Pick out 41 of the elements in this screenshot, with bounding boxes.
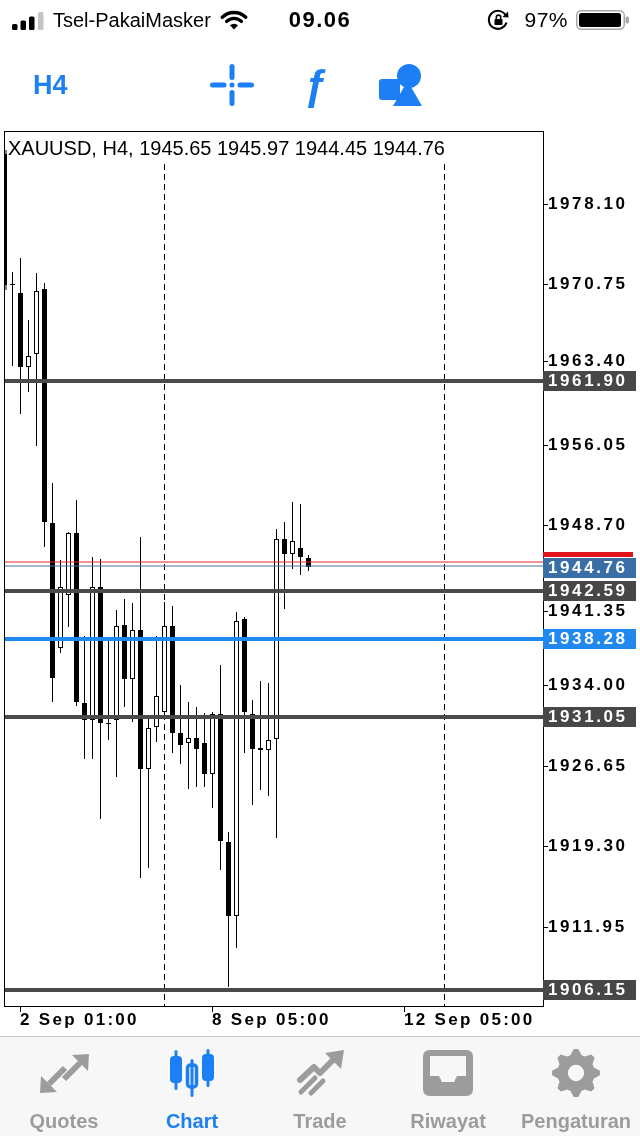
price-tag: 1931.05: [543, 707, 636, 727]
chart-header: XAUUSD, H4, 1945.65 1945.97 1944.45 1944.76: [8, 136, 445, 160]
price-axis-label: 1956.05: [548, 436, 628, 454]
candlestick-icon: [167, 1049, 217, 1097]
time-axis-label: 2 Sep 01:00: [20, 1010, 139, 1030]
crosshair-icon[interactable]: [209, 64, 254, 106]
price-tag: 1938.28: [543, 629, 636, 649]
signal-icon: [12, 12, 44, 30]
price-axis-label: 1970.75: [548, 275, 628, 293]
carrier-name: Tsel-PakaiMasker: [53, 8, 211, 32]
price-tag: 1942.59: [543, 581, 636, 601]
price-axis-label: 1963.40: [548, 352, 628, 370]
settings-icon: [552, 1049, 600, 1097]
price-axis-label: 1926.65: [548, 757, 628, 775]
time-axis-label: 8 Sep 05:00: [212, 1010, 331, 1030]
clock-time: 09.06: [288, 7, 352, 33]
tab[interactable]: Riwayat: [384, 1037, 512, 1135]
tab[interactable]: Trade: [256, 1037, 384, 1135]
price-axis-label: 1911.95: [548, 918, 627, 936]
price-axis-label: 1948.70: [548, 516, 628, 534]
shapes-icon[interactable]: [378, 64, 422, 106]
tab[interactable]: Pengaturan: [512, 1037, 640, 1135]
tab[interactable]: Quotes: [0, 1037, 128, 1135]
price-tag: 1961.90: [543, 371, 636, 391]
price-tag: 1944.76: [543, 558, 636, 578]
candlestick: [290, 501, 295, 570]
price-axis-label: 1978.10: [548, 195, 628, 213]
battery-percentage: 97%: [524, 8, 568, 32]
price-axis-label: 1919.30: [548, 837, 628, 855]
tab[interactable]: Chart: [128, 1037, 256, 1135]
price-axis-label: 1941.35: [548, 602, 628, 620]
rotation-lock-icon: [487, 9, 512, 31]
wifi-icon: [219, 10, 248, 30]
trend-arrow-icon: [295, 1049, 345, 1097]
time-axis-label: 12 Sep 05:00: [404, 1010, 535, 1030]
battery-icon: [576, 10, 629, 30]
price-tag: 1906.15: [543, 980, 636, 1000]
price-axis-label: 1934.00: [548, 676, 628, 694]
timeframe-button[interactable]: H4: [31, 69, 70, 101]
function-button[interactable]: ƒ: [301, 62, 331, 108]
inbox-icon: [423, 1049, 473, 1097]
